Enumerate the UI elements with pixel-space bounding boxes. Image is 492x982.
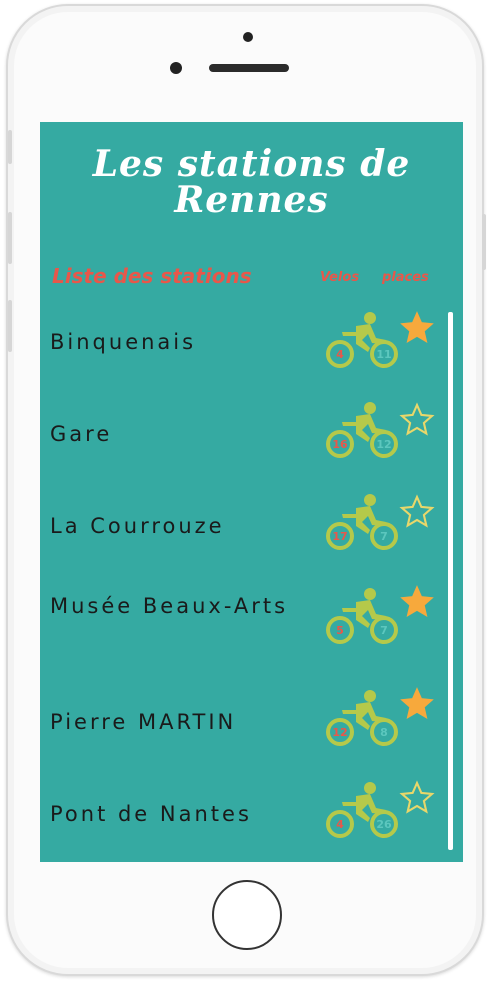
list-header: Liste des stations <box>52 264 252 288</box>
scrollbar[interactable] <box>448 312 453 850</box>
station-name: Binquenais <box>50 330 197 354</box>
places-count: 8 <box>380 726 388 739</box>
page-title: Les stations de Rennes <box>40 146 463 218</box>
station-name: La Courrouze <box>50 514 225 538</box>
power-button <box>482 214 486 270</box>
places-count: 7 <box>380 530 388 543</box>
station-name: Musée Beaux-Arts <box>50 594 289 618</box>
bike-icon: 16 12 <box>326 402 398 458</box>
bike-icon: 4 11 <box>326 312 398 368</box>
column-header-velos: Velos <box>320 270 360 285</box>
bike-icon: 5 7 <box>326 588 398 644</box>
places-count: 12 <box>376 438 391 451</box>
places-count: 26 <box>376 818 392 831</box>
station-row[interactable]: Pierre MARTIN 12 8 <box>40 678 440 758</box>
column-header-places: places <box>382 270 429 285</box>
bike-icon: 4 26 <box>326 782 398 838</box>
station-row[interactable]: Binquenais 4 11 <box>40 308 440 388</box>
favorite-star-icon[interactable] <box>398 584 436 620</box>
station-name: Pont de Nantes <box>50 802 252 826</box>
favorite-star-outline-icon[interactable] <box>398 780 436 816</box>
bike-icon: 17 7 <box>326 494 398 550</box>
home-button[interactable] <box>212 880 282 950</box>
velos-count: 12 <box>332 726 347 739</box>
station-row[interactable]: La Courrouze 17 7 <box>40 492 440 572</box>
bike-icon: 12 8 <box>326 690 398 746</box>
favorite-star-outline-icon[interactable] <box>398 402 436 438</box>
front-camera-icon <box>243 32 253 42</box>
mute-switch <box>8 130 12 164</box>
places-count: 7 <box>380 624 388 637</box>
velos-count: 17 <box>332 530 347 543</box>
favorite-star-outline-icon[interactable] <box>398 494 436 530</box>
title-line-2: Rennes <box>174 179 329 221</box>
volume-up-button <box>8 212 12 264</box>
app-screen: Les stations de Rennes Liste des station… <box>40 122 463 862</box>
favorite-star-icon[interactable] <box>398 310 436 346</box>
station-row[interactable]: Gare 16 12 <box>40 400 440 480</box>
station-row[interactable]: Pont de Nantes 4 26 <box>40 776 440 856</box>
station-row[interactable]: Musée Beaux-Arts 5 7 <box>40 584 440 664</box>
velos-count: 4 <box>336 348 344 361</box>
places-count: 11 <box>376 348 391 361</box>
earpiece-speaker <box>209 64 289 72</box>
velos-count: 4 <box>336 818 344 831</box>
station-name: Gare <box>50 422 113 446</box>
velos-count: 5 <box>336 624 344 637</box>
favorite-star-icon[interactable] <box>398 686 436 722</box>
volume-down-button <box>8 300 12 352</box>
velos-count: 16 <box>332 438 348 451</box>
station-name: Pierre MARTIN <box>50 710 237 734</box>
proximity-sensor <box>170 62 182 74</box>
title-line-1: Les stations de <box>92 143 411 185</box>
